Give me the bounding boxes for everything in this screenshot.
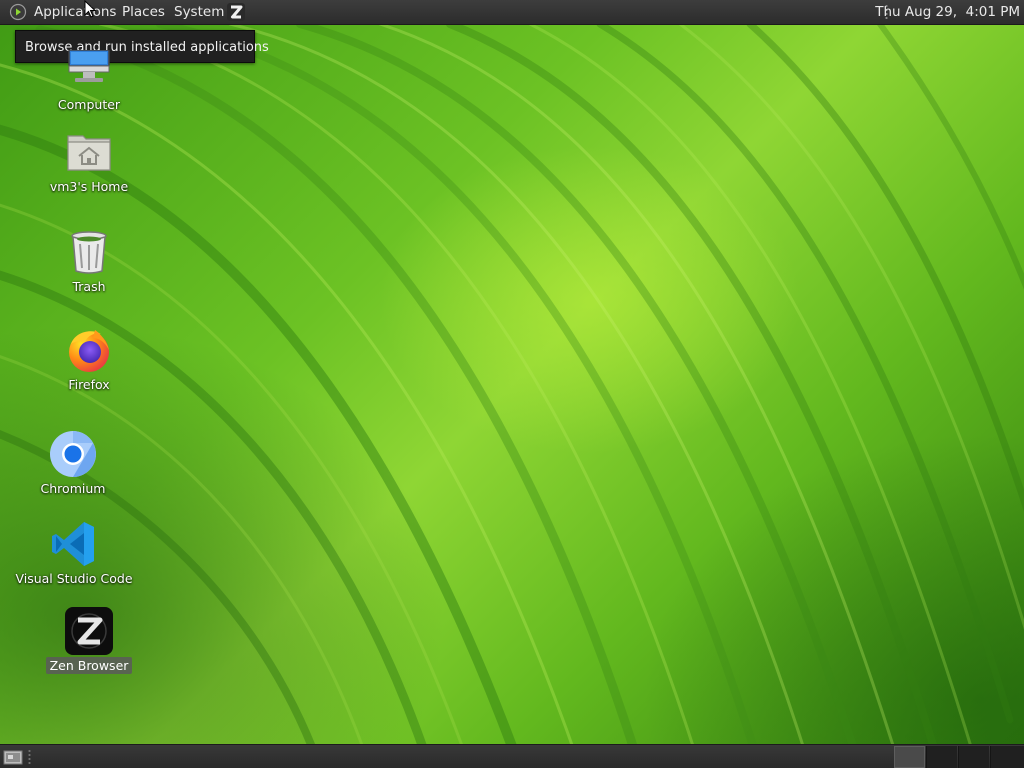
show-desktop-icon[interactable]: [2, 748, 24, 766]
firefox-icon: [69, 330, 109, 372]
desktop-icon-vscode[interactable]: Visual Studio Code: [9, 520, 139, 587]
desktop-screen: Applications Places System Thu Aug 29, 4…: [0, 0, 1024, 768]
applications-menu[interactable]: Applications: [34, 0, 116, 24]
chromium-icon: [50, 431, 96, 477]
workspace-4[interactable]: [990, 746, 1024, 768]
zen-browser-icon: [65, 607, 113, 655]
workspace-1[interactable]: [894, 746, 925, 768]
desktop-icon-label: Zen Browser: [45, 657, 133, 674]
desktop-icon-label: Chromium: [40, 481, 106, 496]
desktop-icon-chromium[interactable]: Chromium: [8, 430, 138, 497]
zen-browser-launcher-icon[interactable]: [226, 2, 246, 22]
home-folder-icon: [67, 135, 111, 171]
top-panel: Applications Places System Thu Aug 29, 4…: [0, 0, 1024, 25]
bottom-panel: [0, 744, 1024, 768]
workspace-2[interactable]: [926, 746, 957, 768]
clock[interactable]: Thu Aug 29, 4:01 PM: [875, 0, 1020, 24]
applications-menu-icon[interactable]: [9, 3, 27, 21]
trash-icon: [71, 231, 107, 274]
desktop-icon-label: Visual Studio Code: [15, 571, 133, 586]
desktop-icon-home[interactable]: vm3's Home: [24, 128, 154, 195]
workspace-3[interactable]: [958, 746, 989, 768]
panel-drag-handle[interactable]: [28, 749, 31, 765]
desktop-icon-trash[interactable]: Trash: [24, 228, 154, 295]
places-menu[interactable]: Places: [122, 0, 165, 24]
mouse-cursor-icon: [84, 0, 96, 18]
desktop-icon-label: Firefox: [68, 377, 110, 392]
desktop-icon-label: Trash: [72, 279, 106, 294]
vscode-icon: [52, 522, 94, 566]
system-menu[interactable]: System: [174, 0, 224, 24]
desktop-icon-label: vm3's Home: [49, 179, 129, 194]
desktop-icon-label: Computer: [57, 97, 121, 112]
desktop-icon-zen-browser[interactable]: Zen Browser: [24, 607, 154, 674]
desktop-icon-computer[interactable]: Computer: [24, 50, 154, 113]
desktop-icon-firefox[interactable]: Firefox: [24, 326, 154, 393]
computer-icon: [68, 50, 110, 82]
